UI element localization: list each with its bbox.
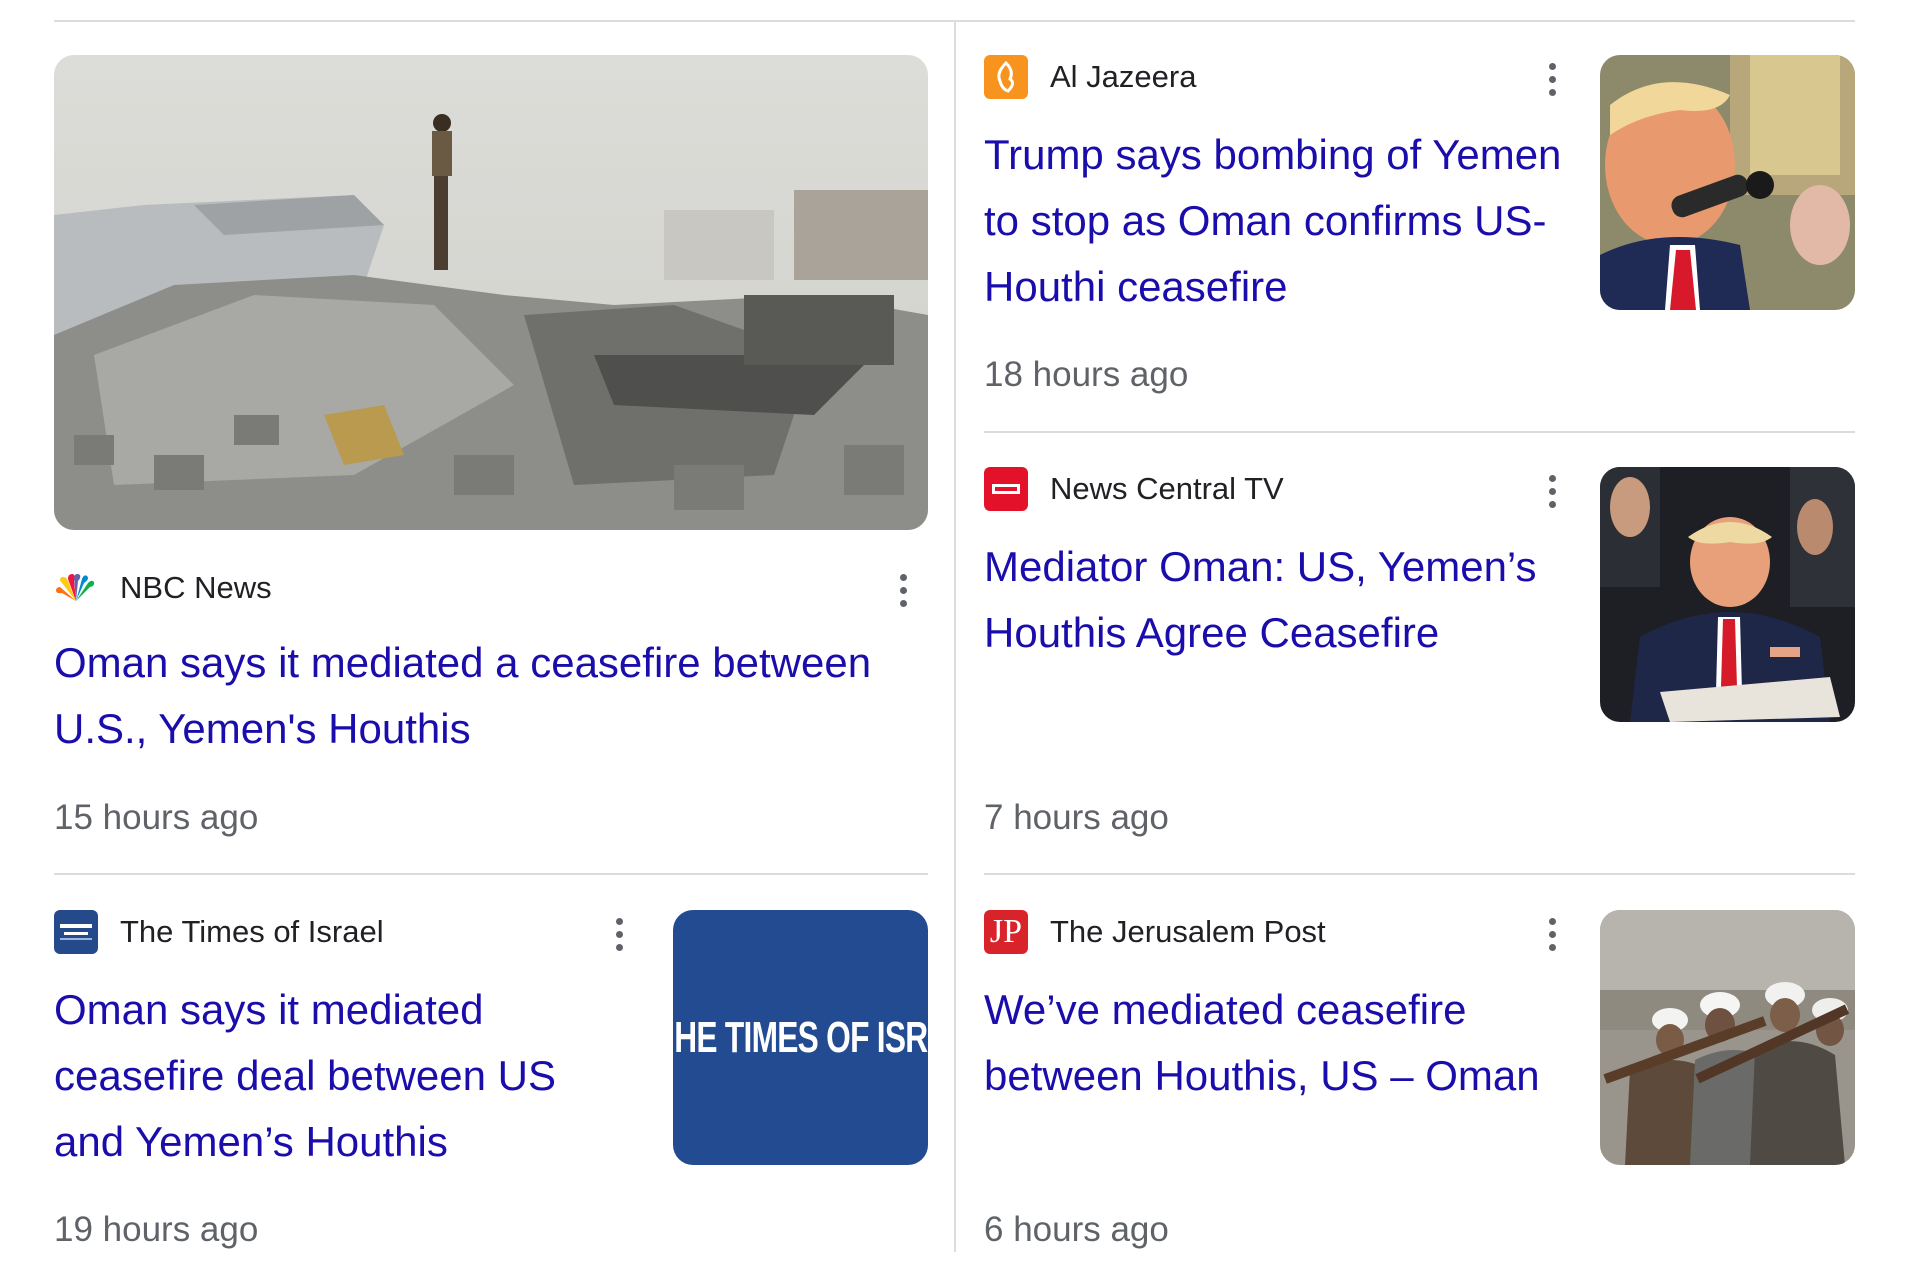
article-image-rubble[interactable]	[54, 55, 928, 530]
row-divider	[984, 873, 1855, 875]
source-name[interactable]: The Times of Israel	[120, 914, 384, 950]
article-headline[interactable]: Oman says it mediated a ceasefire betwee…	[54, 630, 934, 762]
article-timestamp: 18 hours ago	[984, 355, 1189, 394]
source-name[interactable]: Al Jazeera	[1050, 59, 1196, 95]
article-timestamp: 6 hours ago	[984, 1210, 1169, 1249]
article-headline[interactable]: We’ve mediated ceasefire between Houthis…	[984, 977, 1594, 1109]
row-divider	[984, 431, 1855, 433]
source-row: NBC News	[54, 566, 272, 610]
news-central-logo-icon	[984, 467, 1028, 511]
source-name[interactable]: News Central TV	[1050, 471, 1284, 507]
favicon-text: JP	[989, 913, 1023, 950]
source-row: News Central TV	[984, 467, 1284, 511]
jerusalem-post-logo-icon: JP	[984, 910, 1028, 954]
source-name[interactable]: NBC News	[120, 570, 272, 606]
article-image-times-of-israel-logo[interactable]: HE TIMES OF ISR	[673, 910, 928, 1165]
more-options-icon[interactable]	[604, 912, 634, 956]
more-options-icon[interactable]	[1537, 57, 1567, 101]
column-divider	[954, 22, 956, 1252]
source-row: Al Jazeera	[984, 55, 1196, 99]
nbc-peacock-icon	[54, 566, 98, 610]
source-name[interactable]: The Jerusalem Post	[1050, 914, 1326, 950]
source-row: JP The Jerusalem Post	[984, 910, 1326, 954]
thumbnail-logo-text: HE TIMES OF ISR	[673, 1012, 928, 1062]
more-options-icon[interactable]	[1537, 469, 1567, 513]
article-image-houthi-rally[interactable]	[1600, 910, 1855, 1165]
row-divider	[54, 873, 928, 875]
article-timestamp: 7 hours ago	[984, 798, 1169, 837]
source-row: The Times of Israel	[54, 910, 384, 954]
times-of-israel-logo-icon	[54, 910, 98, 954]
al-jazeera-logo-icon	[984, 55, 1028, 99]
article-timestamp: 15 hours ago	[54, 798, 259, 837]
more-options-icon[interactable]	[888, 568, 918, 612]
article-headline[interactable]: Trump says bombing of Yemen to stop as O…	[984, 122, 1584, 320]
more-options-icon[interactable]	[1537, 912, 1567, 956]
article-headline[interactable]: Mediator Oman: US, Yemen’s Houthis Agree…	[984, 534, 1584, 666]
article-headline[interactable]: Oman says it mediated ceasefire deal bet…	[54, 977, 614, 1175]
article-timestamp: 19 hours ago	[54, 1210, 259, 1249]
article-image-trump-signing[interactable]	[1600, 467, 1855, 722]
article-image-trump-speaking[interactable]	[1600, 55, 1855, 310]
